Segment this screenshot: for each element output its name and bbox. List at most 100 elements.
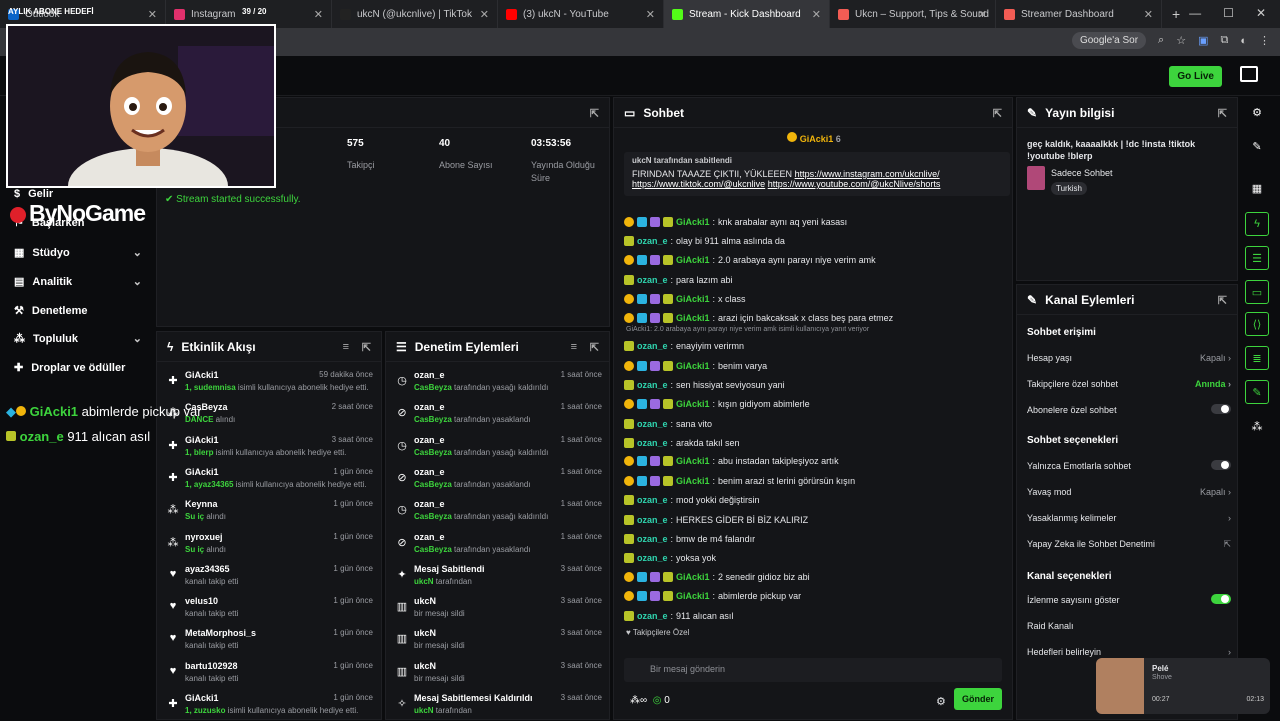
chat-message[interactable]: GiAcki1: kışın gidiyom abimlerle [624, 399, 1004, 409]
feed-row[interactable]: ♥ MetaMorphosi_s kanalı takip etti 1 gün ön… [157, 624, 383, 656]
chat-message[interactable]: GiAcki1: benim arazi st lerini görürsün k… [624, 476, 1004, 486]
google-ask-chip[interactable]: Google'a Sor [1071, 32, 1147, 49]
chat-message[interactable]: GiAcki1: x class [624, 294, 1004, 304]
maximize-icon[interactable]: ☐ [1223, 6, 1234, 20]
rail-list-icon[interactable]: ☰ [1245, 246, 1269, 270]
chat-message[interactable]: ozan_e: mod yokki değiştirsin [624, 495, 1004, 505]
chat-username[interactable]: ozan_e [637, 236, 668, 246]
chat-message[interactable]: ozan_e: HERKES GİDER Bİ BİZ KALIRIZ [624, 515, 1004, 525]
rail-code-icon[interactable]: ⟨⟩ [1245, 312, 1269, 336]
chat-username[interactable]: ozan_e [637, 275, 668, 285]
chat-message[interactable]: ozan_e: para lazım abi [624, 275, 1004, 285]
tab-close-icon[interactable]: ✕ [314, 8, 323, 21]
rail-grid-icon[interactable]: ▦ [1245, 176, 1269, 200]
send-button[interactable]: Gönder [953, 688, 1002, 710]
rail-bolt-icon[interactable]: ϟ [1245, 212, 1269, 236]
chat-username[interactable]: GiAcki1 [676, 591, 710, 601]
chat-message[interactable]: ozan_e: arakda takıl sen [624, 438, 1004, 448]
chat-username[interactable]: GiAcki1 [676, 255, 710, 265]
pinned-link-instagram[interactable]: https://www.instagram.com/ukcnlive/ [795, 169, 940, 179]
raid-setting[interactable]: Raid Kanalı [1027, 621, 1231, 631]
browser-tab[interactable]: Ukcn – Support, Tips & Sound ✕ [830, 0, 996, 28]
feed-row[interactable]: ⁂ Keynna Su iç alındı 1 gün önce [157, 495, 383, 527]
chat-username[interactable]: GiAcki1 [676, 313, 710, 323]
feed-row[interactable]: ✚ GiAcki1 1, sudemnisa isimli kullanıcıya … [157, 366, 383, 398]
feed-row[interactable]: ▥ ukcN bir mesajı sildi 3 saat önce [386, 624, 612, 656]
sidebar-item[interactable]: ▤ Analitik ⌄ [14, 275, 142, 289]
ai-mod-setting[interactable]: Yapay Zeka ile Sohbet Denetimi ⇱ [1027, 539, 1231, 549]
expand-icon[interactable]: ⇱ [590, 107, 599, 120]
chat-message[interactable]: GiAcki1: abimlerde pickup var [624, 591, 1004, 601]
rail-stack-icon[interactable]: ≣ [1245, 346, 1269, 370]
pinned-message[interactable]: ukcN tarafından sabitlendi FIRINDAN TAAA… [624, 152, 1010, 196]
browser-tab[interactable]: ukcN (@ukcnlive) | TikTok ✕ [332, 0, 498, 28]
expand-icon[interactable]: ⇱ [362, 341, 371, 354]
close-window-icon[interactable]: ✕ [1256, 6, 1266, 20]
sidebar-item[interactable]: ✚ Droplar ve ödüller [14, 361, 142, 375]
filter-icon[interactable]: ≡ [571, 341, 577, 353]
rail-chat-icon[interactable]: ▭ [1245, 280, 1269, 304]
rail-wrench-icon[interactable]: ✎ [1245, 380, 1269, 404]
chat-username[interactable]: ozan_e [637, 534, 668, 544]
chat-username[interactable]: ozan_e [637, 419, 668, 429]
feed-row[interactable]: ✚ GiAcki1 1, blerp isimli kullanıcıya abon… [157, 431, 383, 463]
filter-icon[interactable]: ≡ [343, 341, 349, 353]
sidebar-item[interactable]: $ Gelir [14, 188, 142, 200]
feed-row[interactable]: ♥ velus10 kanalı takip etti 1 gün önce [157, 592, 383, 624]
chat-username[interactable]: GiAcki1 [676, 361, 710, 371]
chat-username[interactable]: GiAcki1 [676, 456, 710, 466]
translate-icon[interactable]: ▣ [1198, 34, 1208, 47]
chat-message[interactable]: GiAcki1: knk arabalar aynı aq yeni kasası [624, 217, 1004, 227]
menu-dots-icon[interactable]: ⋮ [1259, 34, 1270, 47]
feed-row[interactable]: ⊘ ozan_e CasBeyza tarafından yasaklandı 1 s… [386, 463, 612, 495]
community-icon[interactable]: ⁂∞ [630, 695, 647, 706]
feed-row[interactable]: ◷ ozan_e CasBeyza tarafından yasağı kaldır… [386, 431, 612, 463]
chat-username[interactable]: GiAcki1 [676, 476, 710, 486]
show-viewers-toggle[interactable] [1211, 594, 1231, 604]
chat-username[interactable]: ozan_e [637, 380, 668, 390]
chat-message[interactable]: GiAcki1: abu instadan takipleşiyoz artık [624, 456, 1004, 466]
tab-close-icon[interactable]: ✕ [480, 8, 489, 21]
sub-chat-toggle[interactable] [1211, 404, 1231, 414]
chat-message[interactable]: GiAcki1: benim varya [624, 361, 1004, 371]
kick-logo-icon[interactable] [1240, 66, 1258, 82]
sidebar-item[interactable]: ⚒ Denetleme [14, 304, 142, 318]
feed-row[interactable]: ✚ GiAcki1 1, zuzusko isimli kullanıcıya ab… [157, 689, 383, 721]
expand-icon[interactable]: ⇱ [590, 341, 599, 354]
chat-username[interactable]: ozan_e [637, 341, 668, 351]
profile-icon[interactable]: ◐ [1240, 35, 1247, 47]
tab-close-icon[interactable]: ✕ [646, 8, 655, 21]
follower-chat-setting[interactable]: Takipçilere özel sohbet Anında › [1027, 379, 1231, 389]
chat-username[interactable]: ozan_e [637, 553, 668, 563]
chat-message[interactable]: ozan_e: yoksa yok [624, 553, 1004, 563]
expand-icon[interactable]: ⇱ [1218, 107, 1227, 120]
rail-community-icon[interactable]: ⁂ [1245, 414, 1269, 438]
chat-username[interactable]: ozan_e [637, 495, 668, 505]
tab-close-icon[interactable]: ✕ [148, 8, 157, 21]
feed-row[interactable]: ⊘ ozan_e CasBeyza tarafından yasaklandı 1 s… [386, 398, 612, 430]
feed-row[interactable]: ✧ Mesaj Sabitlemesi Kaldırıldı ukcN tarafı… [386, 689, 612, 721]
browser-tab[interactable]: (3) ukcN - YouTube ✕ [498, 0, 664, 28]
chat-username[interactable]: GiAcki1 [676, 217, 710, 227]
tab-close-icon[interactable]: ✕ [812, 8, 821, 21]
chat-message[interactable]: GiAcki1:2 senedir gidioz biz abi [624, 572, 1004, 582]
chat-username[interactable]: GiAcki1 [676, 572, 710, 582]
feed-row[interactable]: ▥ ukcN bir mesajı sildi 3 saat önce [386, 592, 612, 624]
feed-row[interactable]: ◷ ozan_e CasBeyza tarafından yasağı kaldır… [386, 495, 612, 527]
feed-row[interactable]: ✦ Mesaj Sabitlendi ukcN tarafından 3 saat ö… [386, 560, 612, 592]
feed-row[interactable]: ⊘ ozan_e CasBeyza tarafından yasaklandı 1 s… [386, 528, 612, 560]
feed-row[interactable]: ▥ ukcN bir mesajı sildi 3 saat önce [386, 657, 612, 689]
chat-message[interactable]: ozan_e:911 alıcan asıl [624, 611, 1004, 621]
go-live-button[interactable]: Go Live [1169, 66, 1222, 87]
bookmark-star-icon[interactable]: ☆ [1176, 34, 1186, 47]
goals-setting[interactable]: Hedefleri belirleyin › [1027, 647, 1231, 657]
chat-message[interactable]: ozan_e: sana vito [624, 419, 1004, 429]
zoom-icon[interactable]: ⌕ [1158, 34, 1164, 47]
tab-close-icon[interactable]: ✕ [1144, 8, 1153, 21]
expand-icon[interactable]: ⇱ [1218, 294, 1227, 307]
minimize-icon[interactable]: — [1189, 6, 1201, 20]
chat-settings-icon[interactable]: ⚙ [936, 695, 946, 708]
account-age-setting[interactable]: Hesap yaşı Kapalı › [1027, 353, 1231, 363]
expand-icon[interactable]: ⇱ [993, 107, 1002, 120]
feed-row[interactable]: ◷ ozan_e CasBeyza tarafından yasağı kaldır… [386, 366, 612, 398]
